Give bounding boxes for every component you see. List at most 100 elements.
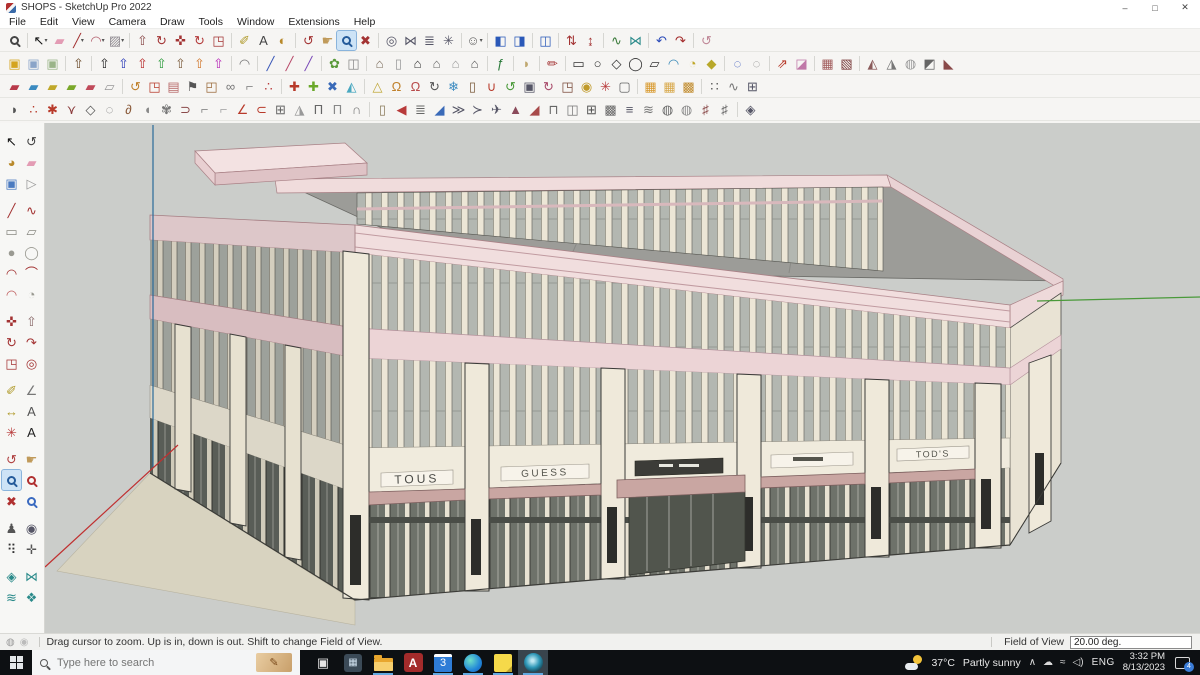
- weather-temp[interactable]: 37°C: [931, 657, 954, 669]
- terrain-tri-tool[interactable]: ◣: [939, 54, 958, 73]
- walk-tool[interactable]: ⠻: [2, 539, 21, 559]
- wedge-speaker-tool[interactable]: ◀: [392, 100, 411, 119]
- mirror-pink-tool[interactable]: ▰: [81, 77, 100, 96]
- flag-tool[interactable]: ⚑: [183, 77, 202, 96]
- orbit-tool[interactable]: ↺: [2, 449, 21, 469]
- clock[interactable]: 3:32 PM 8/13/2023: [1123, 651, 1165, 674]
- pp-add-tool[interactable]: ⇧: [69, 54, 88, 73]
- swirl-tool[interactable]: ∂: [119, 100, 138, 119]
- chevrons-tool[interactable]: ≫: [449, 100, 468, 119]
- dropdown-caret-icon[interactable]: ▾: [121, 37, 124, 44]
- rotate-tool[interactable]: ↻: [190, 31, 209, 50]
- menu-file[interactable]: File: [2, 16, 33, 28]
- eraser-tool[interactable]: ▰: [50, 31, 69, 50]
- rock-red-tool[interactable]: ▲: [506, 100, 525, 119]
- menu-extensions[interactable]: Extensions: [281, 16, 346, 28]
- close-button[interactable]: ✕: [1170, 0, 1200, 15]
- louver2-tool[interactable]: ≡: [620, 100, 639, 119]
- zoom-extents-tool[interactable]: ✖: [2, 491, 21, 511]
- wire-tool[interactable]: ⌐: [240, 77, 259, 96]
- move-tool[interactable]: ✜: [171, 31, 190, 50]
- window-grid-tool[interactable]: ⊞: [582, 100, 601, 119]
- dropdown-caret-icon[interactable]: ▾: [81, 37, 84, 44]
- two-point-arc-tool[interactable]: ⌒: [22, 263, 41, 283]
- hatch-fill-tool[interactable]: ▩: [601, 100, 620, 119]
- pencil-plugin-tool[interactable]: ✏: [543, 54, 562, 73]
- mirror-gray-tool[interactable]: ▱: [100, 77, 119, 96]
- crate-brown-tool[interactable]: ▯: [463, 77, 482, 96]
- axes-tool[interactable]: ✳: [2, 422, 21, 442]
- model-info-tool[interactable]: ◎: [382, 31, 401, 50]
- rectangle-tool[interactable]: ▨ ▾: [107, 31, 126, 50]
- crate-tool[interactable]: ◫: [344, 54, 363, 73]
- arc-tool[interactable]: ◠: [2, 263, 21, 283]
- wedge-red-tool[interactable]: ◢: [525, 100, 544, 119]
- pp-extrude-tool[interactable]: ⇧: [190, 54, 209, 73]
- cross-red-tool[interactable]: ✚: [285, 77, 304, 96]
- viewport-canvas[interactable]: TOUS GUESS TOD'S: [45, 123, 1200, 633]
- solid-subtract-tool[interactable]: ◨: [510, 31, 529, 50]
- tape-measure-tool[interactable]: ✐: [235, 31, 254, 50]
- credits-icon[interactable]: ◉: [20, 637, 29, 648]
- weather-condition[interactable]: Partly sunny: [963, 657, 1021, 669]
- network-icon[interactable]: ≈: [1060, 657, 1066, 668]
- zoom-previous-tool[interactable]: [22, 491, 41, 511]
- magnet-tool[interactable]: ∪: [482, 77, 501, 96]
- lasso-tool[interactable]: ↺: [22, 131, 41, 151]
- menu-tools[interactable]: Tools: [191, 16, 230, 28]
- home-tool[interactable]: ⌂: [408, 54, 427, 73]
- section-cut-tool[interactable]: ≋: [2, 587, 21, 607]
- shape-rectangle-tool[interactable]: ▭: [569, 54, 588, 73]
- angle-red-tool[interactable]: ∠: [233, 100, 252, 119]
- solid-trim-tool[interactable]: ◫: [536, 31, 555, 50]
- horseshoe-dark-tool[interactable]: Ω: [406, 77, 425, 96]
- pp-follow-tool[interactable]: ⇧: [209, 54, 228, 73]
- lasso-select-blue-tool[interactable]: ◌: [728, 54, 747, 73]
- corner-in-tool[interactable]: ⌐: [195, 100, 214, 119]
- pan-tool[interactable]: ☛: [318, 31, 337, 50]
- target-tool[interactable]: ◉: [577, 77, 596, 96]
- gear-tool[interactable]: ✳: [596, 77, 615, 96]
- cross-blue-tool[interactable]: ✖: [323, 77, 342, 96]
- styles-tool[interactable]: ◐: [273, 31, 292, 50]
- corner-out-tool[interactable]: ⌐: [214, 100, 233, 119]
- house-outline-tool[interactable]: ⌂: [446, 54, 465, 73]
- house-add-tool[interactable]: ⌂: [427, 54, 446, 73]
- louver-stack-tool[interactable]: ≣: [411, 100, 430, 119]
- doorway-tool[interactable]: ⊓: [544, 100, 563, 119]
- app-calculator[interactable]: ▦: [338, 650, 368, 675]
- app-sketchup[interactable]: [518, 650, 548, 675]
- terrain-mesh-tool[interactable]: ◍: [901, 54, 920, 73]
- scatter-tool[interactable]: ∷: [705, 77, 724, 96]
- mirror-yellow-tool[interactable]: ▰: [43, 77, 62, 96]
- f6-script-tool[interactable]: ƒ: [491, 54, 510, 73]
- mesh-roof-tool[interactable]: ▦: [818, 54, 837, 73]
- terrain-stamp-tool[interactable]: ◭: [863, 54, 882, 73]
- binocular-tool[interactable]: ∞: [221, 77, 240, 96]
- panel-door-tool[interactable]: ▯: [373, 100, 392, 119]
- move-tool[interactable]: ✜: [2, 311, 21, 331]
- pp-equal-tool[interactable]: ⇧: [95, 54, 114, 73]
- spin-tool[interactable]: ↻: [425, 77, 444, 96]
- select-tool[interactable]: ↖: [2, 131, 21, 151]
- mesh-fence-tool[interactable]: ▧: [837, 54, 856, 73]
- raise-tool[interactable]: ⇅: [562, 31, 581, 50]
- pp-normal-tool[interactable]: ⇧: [171, 54, 190, 73]
- menu-edit[interactable]: Edit: [33, 16, 65, 28]
- table-grid-tool[interactable]: ▤: [164, 77, 183, 96]
- arch-tool[interactable]: ∩: [347, 100, 366, 119]
- stretch-tool[interactable]: ⇗: [773, 54, 792, 73]
- scale-tool[interactable]: ◳: [2, 353, 21, 373]
- app-autocad[interactable]: A: [398, 650, 428, 675]
- intersect-tool[interactable]: ⋈: [626, 31, 645, 50]
- lasso-select-gray-tool[interactable]: ◌: [747, 54, 766, 73]
- shape-pie-tool[interactable]: ◔: [683, 54, 702, 73]
- volume-icon[interactable]: ◁): [1073, 657, 1084, 668]
- bend-arc-tool[interactable]: ↺: [126, 77, 145, 96]
- zoom-toolbar-button[interactable]: [5, 31, 24, 50]
- section-plane-tool[interactable]: ◈: [2, 566, 21, 586]
- redo-button[interactable]: ↷: [671, 31, 690, 50]
- scale-tool[interactable]: ◳: [209, 31, 228, 50]
- fence-red-tool[interactable]: ♯: [696, 100, 715, 119]
- zoom-extents-tool[interactable]: ✖: [356, 31, 375, 50]
